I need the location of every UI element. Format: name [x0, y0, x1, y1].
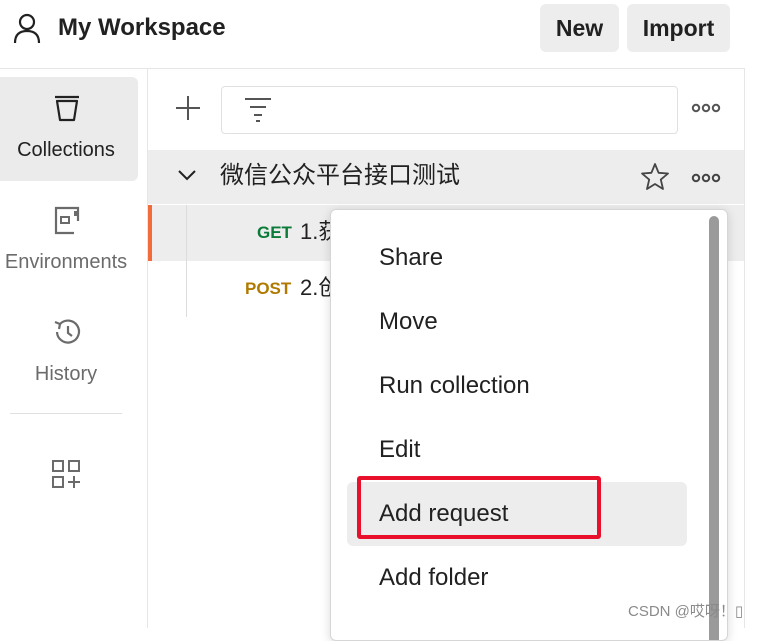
watermark-text: CSDN @哎呀！▯ [628, 603, 744, 620]
workspace-title[interactable]: My Workspace [58, 12, 226, 44]
add-collection-icon[interactable] [172, 92, 204, 124]
active-request-accent [148, 205, 152, 261]
annotation-highlight-box [357, 476, 601, 539]
sidebar-item-environments[interactable]: Environments [0, 189, 138, 293]
collections-icon [52, 93, 82, 123]
menu-item-move[interactable]: Move [347, 290, 687, 354]
filter-input[interactable] [221, 86, 678, 134]
new-button[interactable]: New [540, 4, 619, 52]
configure-workbench-icon[interactable] [50, 458, 82, 490]
user-icon [12, 12, 42, 44]
import-button[interactable]: Import [627, 4, 730, 52]
menu-scrollbar[interactable] [709, 216, 719, 640]
menu-item-edit[interactable]: Edit [347, 418, 687, 482]
environments-icon [52, 205, 82, 235]
request-method-badge: GET [257, 223, 292, 242]
right-panel-edge [744, 68, 758, 628]
sidebar-item-label: Collections [17, 139, 115, 161]
sidebar-item-collections[interactable]: Collections [0, 77, 138, 181]
collection-name[interactable]: 微信公众平台接口测试 [220, 160, 460, 192]
more-options-icon[interactable] [690, 96, 722, 120]
sidebar-item-label: History [34, 363, 98, 385]
sidebar-item-label: Environments [4, 251, 128, 273]
sidebar-divider [10, 413, 122, 414]
filter-icon [242, 95, 274, 123]
history-icon [52, 317, 82, 347]
menu-item-run-collection[interactable]: Run collection [347, 354, 687, 418]
collection-context-menu: Share Move Run collection Edit Add reque… [330, 209, 728, 641]
star-icon[interactable] [640, 162, 670, 192]
menu-item-share[interactable]: Share [347, 226, 687, 290]
chevron-down-icon[interactable] [176, 164, 198, 186]
request-method-badge: POST [245, 279, 292, 298]
collection-more-icon[interactable] [690, 166, 722, 190]
sidebar-item-history[interactable]: History [0, 301, 138, 405]
